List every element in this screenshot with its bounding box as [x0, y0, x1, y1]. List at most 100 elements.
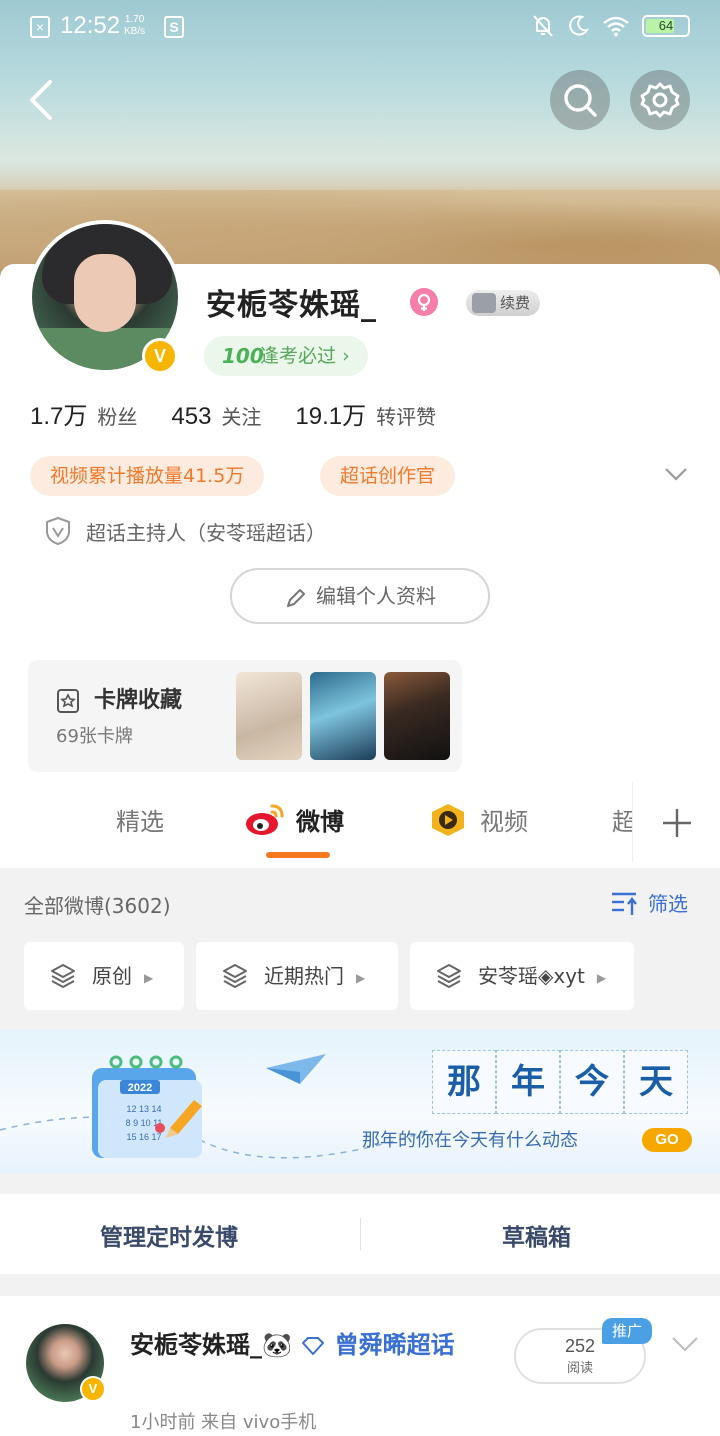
promote-badge[interactable]: 推广 — [602, 1318, 653, 1344]
calendar-icon: 2022 12 13 14 8 9 10 11 15 16 17 — [92, 1055, 202, 1158]
profile-username: 安栀苓姝瑶_ — [206, 288, 377, 323]
topic-host-row[interactable]: 超话主持人（安苓瑶超话） — [44, 516, 326, 546]
title-char: 那 — [432, 1050, 496, 1114]
status-right-icons: 64 — [532, 14, 690, 38]
divider — [360, 1218, 361, 1250]
card-thumbnail[interactable] — [384, 672, 450, 760]
filter-chip-recent-hot[interactable]: 近期热门 ▶ — [196, 942, 398, 1010]
filter-button[interactable]: 筛选 — [610, 888, 688, 917]
stat-following[interactable]: 453 关注 — [171, 401, 261, 431]
read-label: 阅读 — [566, 1361, 593, 1376]
filter-sort-icon — [612, 892, 637, 915]
tab-video[interactable]: 视频 — [480, 802, 528, 837]
plus-icon — [663, 809, 691, 837]
on-this-day-subtitle: 那年的你在今天有什么动态 — [362, 1130, 578, 1151]
app-s-icon: S — [164, 16, 184, 38]
battery-icon: 64 — [642, 15, 690, 37]
card-star-icon — [57, 689, 79, 713]
moon-icon — [569, 15, 590, 36]
title-char: 天 — [624, 1050, 688, 1114]
filter-chip-topic[interactable]: 安苓瑶◈xyt ▶ — [410, 942, 634, 1010]
paper-plane-icon — [266, 1054, 326, 1084]
tag-topic-creator[interactable]: 超话创作官 — [320, 456, 456, 496]
post-card[interactable]: V 安栀苓姝瑶_🐼 曾舜晞超话 1小时前 来自 vivo手机 252 阅读 推广 — [0, 1296, 720, 1436]
tag-video-plays[interactable]: 视频累计播放量41.5万 — [30, 456, 265, 496]
on-this-day-title: 那 年 今 天 — [432, 1050, 688, 1114]
manage-bar: 管理定时发博 草稿箱 — [0, 1194, 720, 1274]
stat-label: 粉丝 — [97, 405, 138, 429]
edit-profile-button[interactable]: 编辑个人资料 — [230, 568, 490, 624]
shield-icon — [46, 516, 70, 546]
video-play-icon — [432, 804, 464, 836]
verified-badge: V — [80, 1376, 106, 1402]
filter-chip-original[interactable]: 原创 ▶ — [24, 942, 184, 1010]
vip-renew-label: 续费 — [500, 294, 531, 312]
topic-host-label: 超话主持人（安苓瑶超话） — [86, 520, 326, 545]
gear-icon — [640, 82, 680, 118]
search-icon — [564, 84, 597, 117]
search-button[interactable] — [550, 70, 610, 130]
filter-label: 筛选 — [648, 892, 688, 916]
hundred-points-icon: 100 — [222, 344, 264, 368]
card-thumbnail[interactable] — [310, 672, 376, 760]
settings-button[interactable] — [630, 70, 690, 130]
layers-icon — [223, 964, 247, 989]
status-time: 12:52 — [60, 12, 121, 39]
network-speed-unit: KB/s — [124, 26, 146, 37]
tab-featured[interactable]: 精选 — [116, 802, 164, 837]
post-author-line: 安栀苓姝瑶_🐼 曾舜晞超话 — [130, 1326, 500, 1364]
exam-blessing-pill[interactable]: 100 逢考必过 › — [204, 336, 368, 376]
go-button[interactable]: GO — [642, 1128, 692, 1152]
profile-tabs: 精选 微博 视频 超话 — [0, 782, 720, 868]
edit-profile-label: 编辑个人资料 — [316, 584, 436, 608]
caret-right-icon: ▶ — [144, 970, 154, 985]
stat-reposts-comments-likes[interactable]: 19.1万 转评赞 — [295, 396, 436, 431]
scheduled-posts-button[interactable]: 管理定时发博 — [100, 1218, 238, 1252]
female-gender-icon — [410, 288, 438, 316]
caret-right-icon: ▶ — [356, 970, 366, 985]
stat-value: 453 — [171, 403, 212, 430]
all-posts-count: 全部微博(3602) — [24, 894, 171, 918]
stat-followers[interactable]: 1.7万 粉丝 — [30, 396, 137, 431]
add-tab-button[interactable] — [632, 782, 720, 862]
card-collection[interactable]: 卡牌收藏 69张卡牌 — [28, 660, 462, 772]
layers-icon — [51, 964, 75, 989]
chip-label: 近期热门 — [264, 964, 344, 988]
calendar-year: 2022 — [128, 1082, 152, 1094]
network-speed: 1.70 KB/s — [124, 14, 145, 38]
verified-badge: V — [142, 338, 178, 374]
status-bar: × 12:52 1.70 KB/s S 64 — [0, 0, 720, 56]
back-arrow-icon[interactable] — [22, 78, 62, 122]
exam-blessing-label: 逢考必过 — [260, 345, 337, 367]
title-char: 年 — [496, 1050, 560, 1114]
battery-level: 64 — [658, 18, 674, 33]
chip-label: 原创 — [92, 964, 132, 988]
card-collection-count: 69张卡牌 — [56, 726, 133, 747]
banner-sea — [0, 130, 720, 190]
on-this-day-banner[interactable]: 2022 12 13 14 8 9 10 11 15 16 17 那 年 今 天 — [0, 1030, 720, 1174]
profile-stats: 1.7万 粉丝 453 关注 19.1万 转评赞 — [30, 396, 436, 431]
post-topic-link[interactable]: 曾舜晞超话 — [335, 1331, 455, 1359]
pencil-icon — [287, 588, 305, 607]
title-char: 今 — [560, 1050, 624, 1114]
svg-text:12 13 14: 12 13 14 — [126, 1104, 161, 1114]
stat-label: 转评赞 — [376, 405, 437, 429]
drafts-button[interactable]: 草稿箱 — [502, 1218, 571, 1252]
stat-value: 19.1万 — [295, 403, 367, 430]
weibo-logo-icon — [246, 804, 284, 835]
wifi-icon — [603, 16, 629, 37]
post-author-name[interactable]: 安栀苓姝瑶_🐼 — [130, 1331, 292, 1359]
card-thumbnail[interactable] — [236, 672, 302, 760]
tab-weibo[interactable]: 微博 — [296, 802, 344, 837]
diamond-icon — [302, 1337, 325, 1355]
chevron-down-icon[interactable] — [664, 464, 688, 484]
layers-icon — [437, 964, 461, 989]
chip-label: 安苓瑶◈xyt — [478, 964, 585, 988]
notification-x-icon: × — [30, 16, 50, 38]
chevron-down-icon[interactable] — [670, 1334, 700, 1354]
post-meta: 1小时前 来自 vivo手机 — [130, 1412, 317, 1433]
card-collection-title: 卡牌收藏 — [94, 688, 183, 713]
svg-text:15 16 17: 15 16 17 — [126, 1132, 161, 1142]
tab-super-topic[interactable]: 超话 — [612, 802, 632, 837]
vip-renew-badge[interactable]: 续费 — [466, 290, 541, 316]
